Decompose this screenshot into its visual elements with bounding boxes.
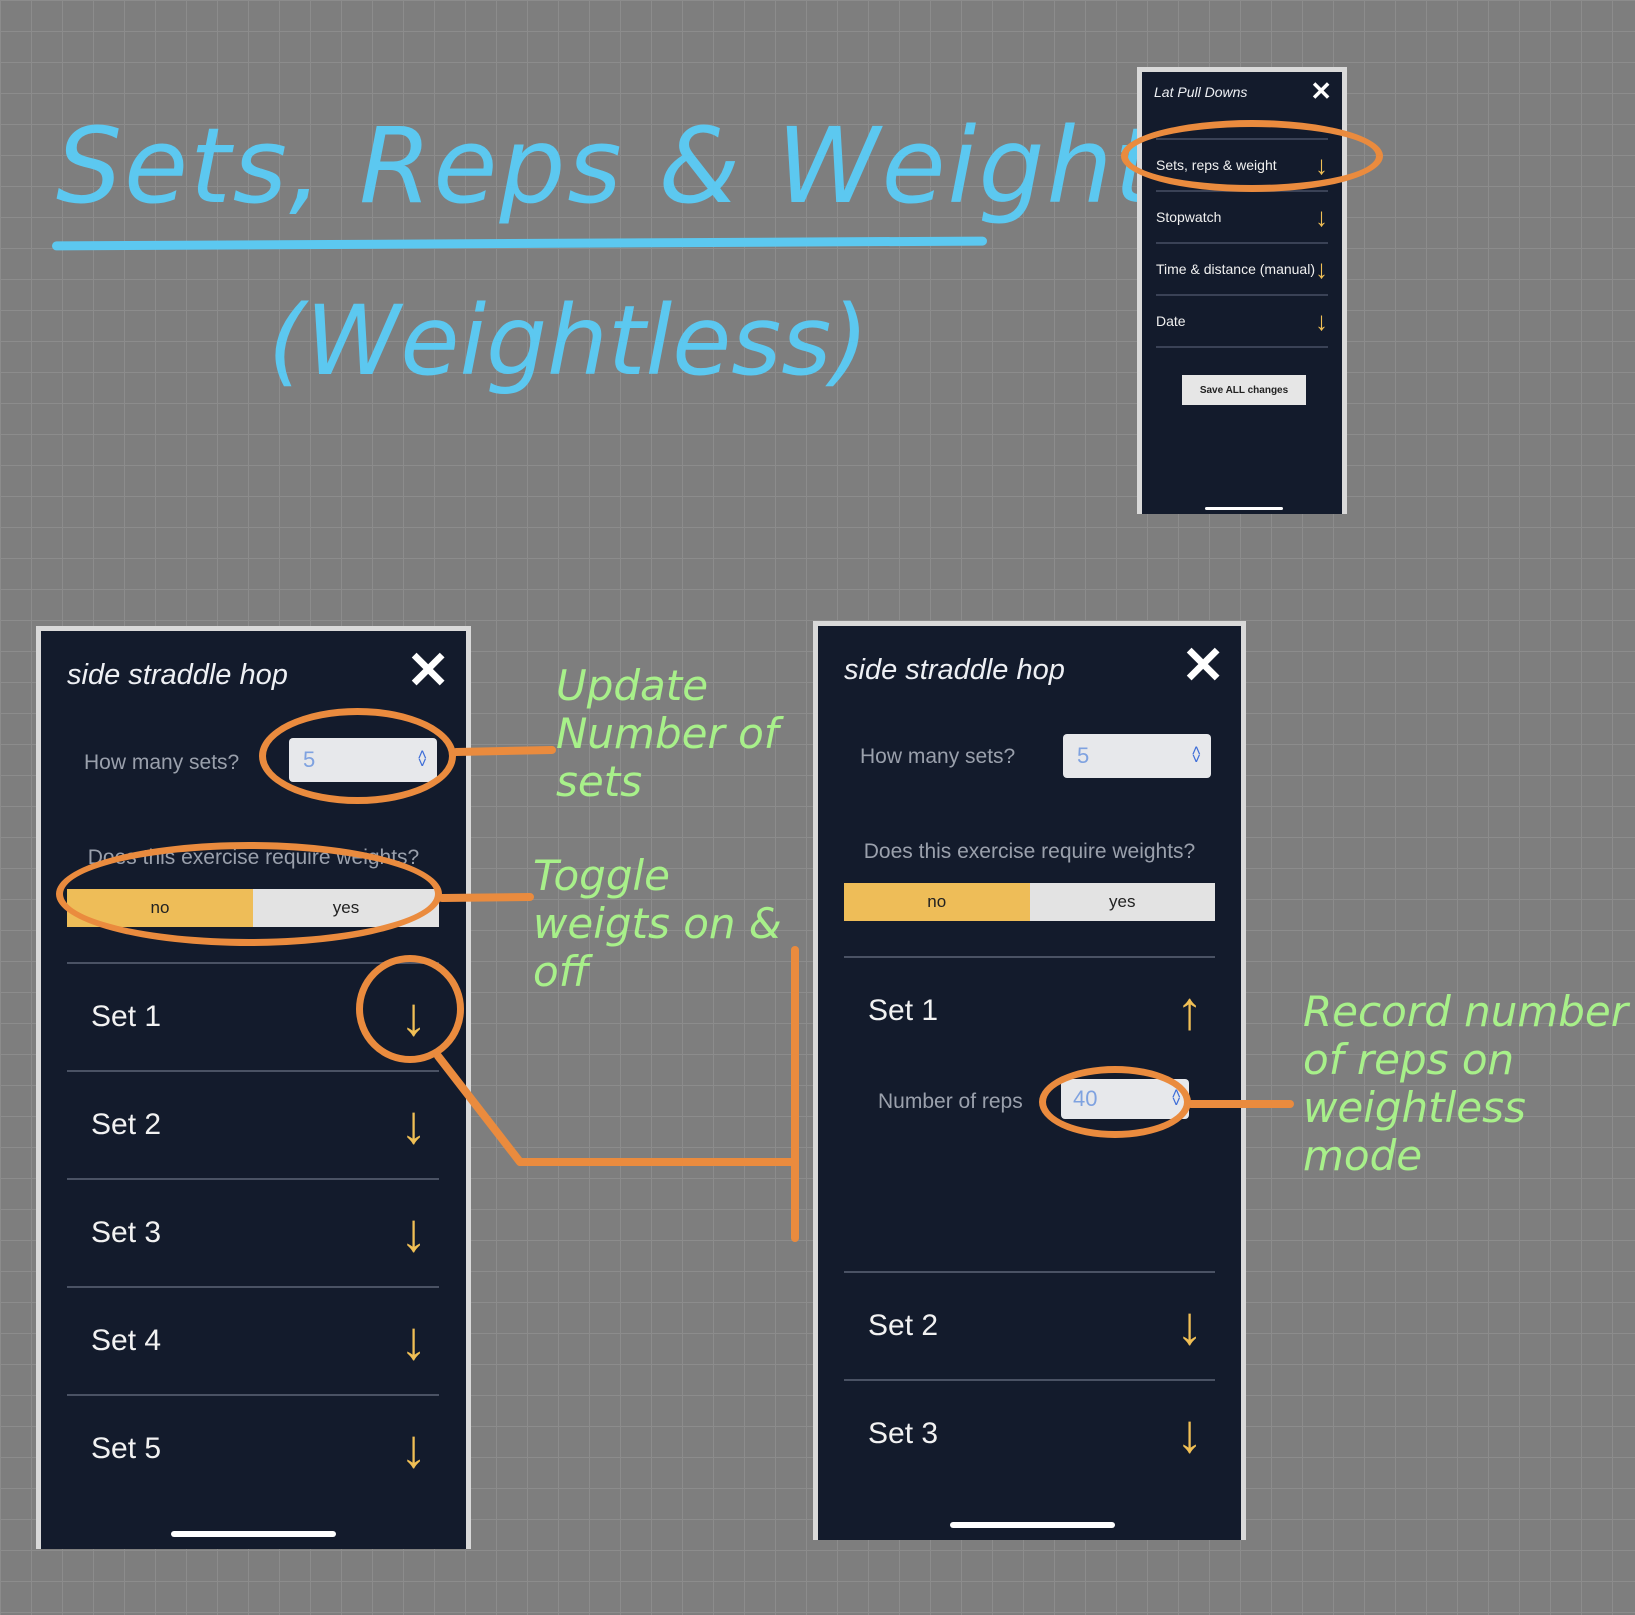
set-label: Set 3	[868, 1417, 939, 1450]
weights-question: Does this exercise require weights?	[863, 840, 1196, 863]
close-icon[interactable]: ✕	[1181, 640, 1225, 692]
chevron-updown-icon: ˄ ˅	[417, 747, 427, 772]
mini-row-label: Date	[1156, 313, 1186, 329]
set-row-2[interactable]: Set 2 ↓	[844, 1271, 1215, 1379]
chevron-updown-icon: ˄ ˅	[1171, 1086, 1181, 1111]
arrow-down-icon: ↓	[1315, 149, 1328, 180]
arrow-down-icon[interactable]: ↓	[400, 1206, 427, 1260]
set-row-3[interactable]: Set 3 ↓	[844, 1379, 1215, 1487]
exercise-title: side straddle hop	[67, 659, 288, 691]
mini-row-time-distance[interactable]: Time & distance (manual) ↓	[1156, 244, 1328, 296]
set-row-4[interactable]: Set 4 ↓	[67, 1286, 439, 1394]
reps-label: Number of reps	[878, 1090, 1023, 1113]
arrow-down-icon[interactable]: ↓	[1176, 1299, 1203, 1353]
mini-row-date[interactable]: Date ↓	[1156, 296, 1328, 348]
arrow-down-icon: ↓	[1315, 201, 1328, 232]
note-toggle-weights: Toggle weigts on & off	[533, 851, 782, 996]
arrow-down-icon: ↓	[1315, 253, 1328, 284]
weights-toggle: no yes	[67, 889, 439, 927]
mini-row-sets-reps-weight[interactable]: Sets, reps & weight ↓	[1156, 140, 1328, 192]
set-row-1[interactable]: Set 1 ↑	[844, 956, 1215, 1064]
sets-count-select[interactable]: 5 ˄ ˅	[1063, 734, 1211, 778]
sets-count-label: How many sets?	[860, 745, 1016, 768]
sets-count-value: 5	[303, 747, 316, 772]
toggle-yes-button[interactable]: yes	[1029, 883, 1215, 921]
heading-subtitle: (Weightless)	[268, 285, 869, 397]
mini-row-label: Time & distance (manual)	[1156, 261, 1315, 277]
phone-left-screen: side straddle hop ✕ How many sets? 5 ˄ ˅ …	[36, 626, 471, 1549]
heading-title: Sets, Reps & Weight	[56, 105, 1158, 227]
set-label: Set 2	[868, 1309, 939, 1342]
arrow-down-icon[interactable]: ↓	[1176, 1407, 1203, 1461]
sets-count-value: 5	[1077, 743, 1090, 768]
set-row-2[interactable]: Set 2 ↓	[67, 1070, 439, 1178]
weights-toggle: no yes	[844, 883, 1215, 921]
set-label: Set 5	[91, 1432, 162, 1465]
toggle-yes-button[interactable]: yes	[253, 889, 439, 927]
set-row-1[interactable]: Set 1 ↓	[67, 962, 439, 1070]
set-label: Set 1	[868, 994, 939, 1027]
save-all-button[interactable]: Save ALL changes	[1182, 375, 1306, 405]
close-icon[interactable]: ✕	[1310, 78, 1332, 104]
mini-row-label: Stopwatch	[1156, 209, 1222, 225]
home-indicator	[171, 1531, 336, 1537]
sets-count-label: How many sets?	[84, 751, 240, 774]
arrow-down-icon[interactable]: ↓	[400, 990, 427, 1044]
toggle-no-button[interactable]: no	[844, 883, 1030, 921]
set-label: Set 2	[91, 1108, 162, 1141]
sets-count-select[interactable]: 5 ˄ ˅	[289, 738, 437, 782]
set-label: Set 4	[91, 1324, 162, 1357]
phone-right-screen: side straddle hop ✕ How many sets? 5 ˄ ˅ …	[813, 621, 1246, 1540]
arrow-down-icon[interactable]: ↓	[400, 1422, 427, 1476]
set-label: Set 1	[91, 1000, 162, 1033]
reps-input[interactable]: 40 ˄ ˅	[1061, 1079, 1189, 1119]
toggle-no-button[interactable]: no	[67, 889, 253, 927]
arrow-up-icon[interactable]: ↑	[1176, 984, 1203, 1038]
home-indicator	[1205, 507, 1283, 510]
arrow-down-icon[interactable]: ↓	[400, 1314, 427, 1368]
mini-row-stopwatch[interactable]: Stopwatch ↓	[1156, 192, 1328, 244]
exercise-title: side straddle hop	[844, 654, 1065, 686]
mini-phone-screen: Lat Pull Downs ✕ Sets, reps & weight ↓ S…	[1137, 67, 1347, 514]
mini-exercise-title: Lat Pull Downs	[1154, 84, 1248, 100]
set-row-5[interactable]: Set 5 ↓	[67, 1394, 439, 1502]
arrow-down-icon: ↓	[1315, 305, 1328, 336]
reps-value: 40	[1073, 1086, 1098, 1111]
chevron-updown-icon: ˄ ˅	[1191, 743, 1201, 768]
set-label: Set 3	[91, 1216, 162, 1249]
close-icon[interactable]: ✕	[406, 645, 450, 697]
heading-underline	[51, 236, 988, 251]
weights-question: Does this exercise require weights?	[87, 846, 420, 869]
mini-row-label: Sets, reps & weight	[1156, 157, 1277, 173]
arrow-down-icon[interactable]: ↓	[400, 1098, 427, 1152]
note-record-reps: Record number of reps on weightless mode	[1303, 987, 1629, 1180]
set-row-3[interactable]: Set 3 ↓	[67, 1178, 439, 1286]
note-update-sets: Update Number of sets	[556, 661, 779, 806]
home-indicator	[950, 1522, 1115, 1528]
